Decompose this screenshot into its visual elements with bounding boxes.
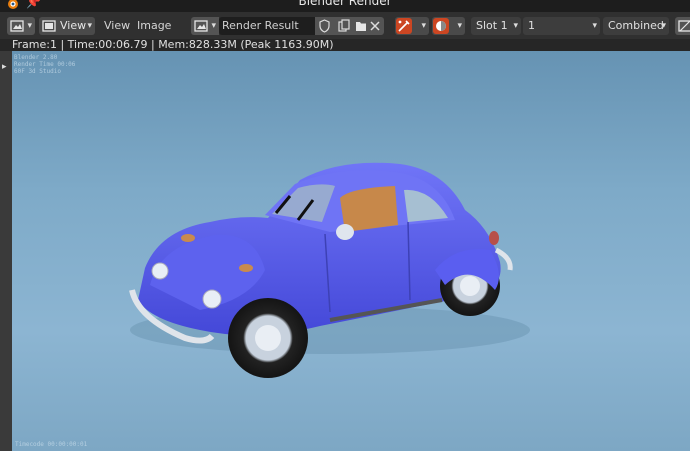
render-pass-dropdown[interactable]: Combined ▾: [603, 17, 669, 35]
editor-type-button[interactable]: ▾: [7, 17, 35, 35]
render-canvas[interactable]: Blender 2.80 Render Time 00:06 60F 3d St…: [12, 51, 690, 451]
image-browse-icon: [194, 20, 208, 32]
chevron-down-icon: ▾: [421, 21, 426, 31]
image-editor-icon: [678, 20, 690, 32]
render-layer-dropdown[interactable]: 1 RenderLayer ▾: [523, 17, 600, 50]
fake-user-button[interactable]: [315, 17, 334, 35]
chevron-down-icon: ▾: [211, 21, 216, 31]
image-name-field[interactable]: Render Result: [219, 17, 315, 35]
view-dropdown[interactable]: View ▾: [39, 17, 95, 35]
unlink-image-button[interactable]: [366, 17, 384, 35]
window-titlebar: 📌 Blender Render: [0, 0, 690, 12]
image-editor-header: ▾ View ▾ View Image ▾ Render Result ▾ ▾ …: [0, 12, 690, 50]
chevron-down-icon: ▾: [457, 21, 462, 31]
close-icon: [370, 21, 380, 31]
expand-arrow-icon[interactable]: ▸: [2, 62, 7, 72]
window-title: Blender Render: [298, 0, 392, 8]
toolbar-collapsed[interactable]: ▸: [0, 51, 12, 451]
chevron-down-icon: ▾: [592, 21, 597, 31]
sample-tool-icon: [396, 18, 412, 34]
image-editor-icon: [10, 20, 24, 32]
view-icon: [42, 20, 56, 32]
new-image-button[interactable]: [334, 17, 353, 35]
render-pass-dropdown-label: Combined: [608, 19, 664, 32]
chevron-down-icon: ▾: [661, 21, 666, 31]
render-info: Frame:1 | Time:00:06.79 | Mem:828.33M (P…: [0, 39, 690, 51]
editor-extra-button[interactable]: [675, 17, 690, 35]
duplicate-icon: [338, 19, 350, 32]
shield-icon: [319, 19, 330, 33]
image-browse-button[interactable]: ▾: [191, 17, 219, 35]
sample-tool-button[interactable]: ▾: [395, 17, 429, 35]
color-channels-icon: [433, 18, 449, 34]
view-dropdown-label: View: [60, 19, 87, 32]
rendered-car-image: [129, 162, 530, 378]
chevron-down-icon: ▾: [513, 21, 518, 31]
menu-view[interactable]: View: [104, 17, 130, 35]
chevron-down-icon: ▾: [87, 21, 92, 31]
display-channels-button[interactable]: ▾: [432, 17, 465, 35]
slot-dropdown-label: Slot 1: [476, 19, 508, 32]
slot-dropdown[interactable]: Slot 1 ▾: [471, 17, 521, 35]
menu-image[interactable]: Image: [137, 17, 171, 35]
chevron-down-icon: ▾: [27, 21, 32, 31]
